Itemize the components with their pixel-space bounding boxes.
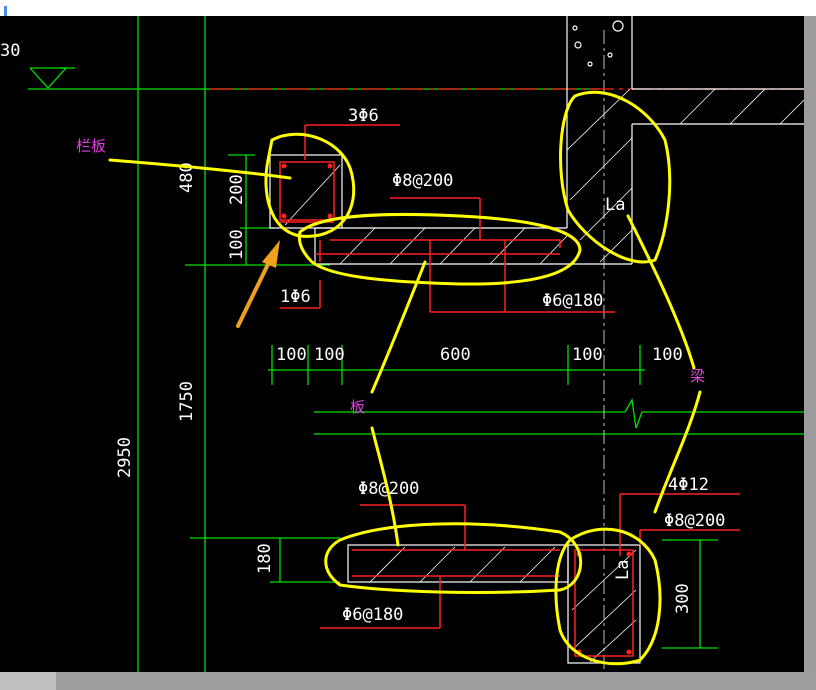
horizontal-scrollbar[interactable] xyxy=(0,672,816,690)
dim-1750: 1750 xyxy=(177,381,197,422)
la-bottom: La xyxy=(613,560,633,580)
labels: 栏板 板 梁 xyxy=(76,137,705,416)
dim-180: 180 xyxy=(255,543,275,574)
rebar-3phi6: 3Φ6 xyxy=(348,106,379,126)
scrollbar-corner xyxy=(0,672,56,690)
dim-100-b: 100 xyxy=(314,345,345,365)
rebar-phi8-200-right: Φ8@200 xyxy=(664,511,725,531)
dimension-text: 30 3Φ6 480 200 100 Φ8@200 1Φ6 Φ6@180 100… xyxy=(0,41,725,625)
rebar-phi6-180-top: Φ6@180 xyxy=(542,291,603,311)
fragment-30: 30 xyxy=(0,41,20,61)
top-bar xyxy=(0,0,816,16)
dim-100-a: 100 xyxy=(276,345,307,365)
cad-viewport[interactable]: 30 3Φ6 480 200 100 Φ8@200 1Φ6 Φ6@180 100… xyxy=(0,16,804,672)
dim-300: 300 xyxy=(673,583,693,614)
drawing-canvas: 30 3Φ6 480 200 100 Φ8@200 1Φ6 Φ6@180 100… xyxy=(0,16,804,672)
label-ban: 板 xyxy=(350,398,365,416)
rebar-1phi6: 1Φ6 xyxy=(280,287,311,307)
dim-100-c: 100 xyxy=(572,345,603,365)
cursor-mark-icon xyxy=(4,6,7,16)
la-top: La xyxy=(605,195,625,215)
rebar-phi8-200-top: Φ8@200 xyxy=(392,171,453,191)
dim-200: 200 xyxy=(227,174,247,205)
dim-100-vert: 100 xyxy=(227,229,247,260)
dim-100-d: 100 xyxy=(652,345,683,365)
dim-2950: 2950 xyxy=(115,437,135,478)
label-liang: 梁 xyxy=(690,367,705,385)
rebar-phi6-180-bottom: Φ6@180 xyxy=(342,605,403,625)
vertical-scrollbar[interactable] xyxy=(804,16,816,690)
rebar-lines xyxy=(279,124,740,657)
rebar-4phi12: 4Φ12 xyxy=(668,475,709,495)
dim-600: 600 xyxy=(440,345,471,365)
label-lanban: 栏板 xyxy=(76,137,106,155)
screenshot: 30 3Φ6 480 200 100 Φ8@200 1Φ6 Φ6@180 100… xyxy=(0,0,816,690)
